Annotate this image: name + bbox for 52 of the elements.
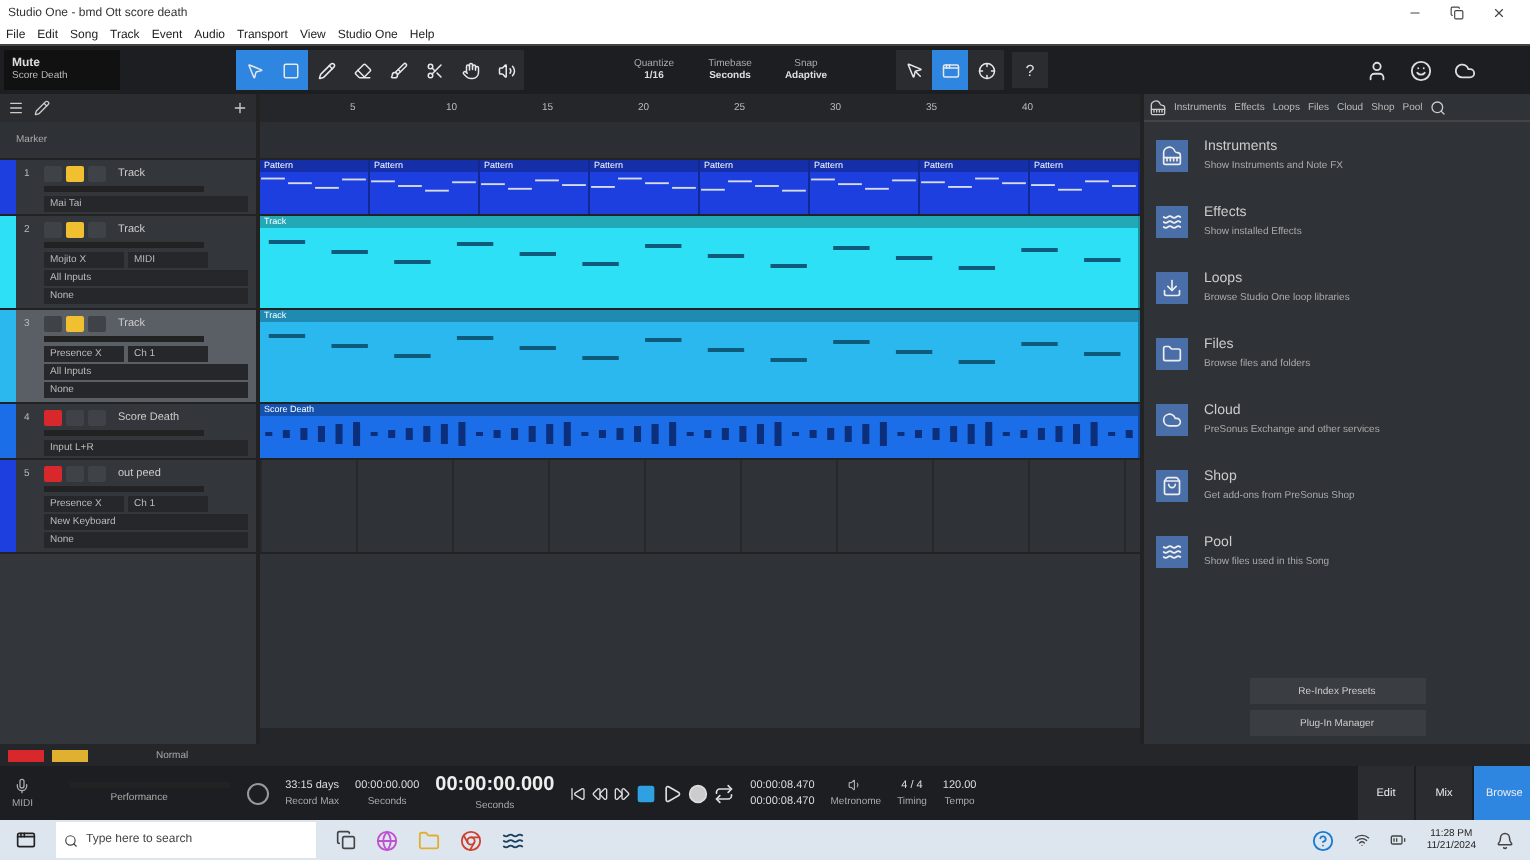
- cursor-icon: [905, 61, 923, 79]
- midi-icon: [14, 777, 31, 793]
- mute-all-button[interactable]: [8, 749, 44, 761]
- paint-icon: [389, 61, 407, 79]
- record-disk-icon: [245, 781, 270, 805]
- user-icon: [1365, 59, 1387, 81]
- restore-icon[interactable]: [1450, 6, 1464, 20]
- search-icon[interactable]: [1430, 99, 1447, 115]
- record-icon[interactable]: [688, 783, 709, 803]
- help-button[interactable]: ?: [1012, 52, 1048, 88]
- rewind-icon[interactable]: [592, 785, 609, 801]
- pointer-tool-button[interactable]: [236, 50, 272, 90]
- solo-all-button[interactable]: [52, 749, 88, 761]
- split-icon: [425, 61, 443, 79]
- browser-icon[interactable]: [460, 829, 482, 851]
- pool-icon: [1156, 535, 1188, 567]
- notification-icon[interactable]: [1496, 831, 1514, 849]
- files-icon: [1156, 337, 1188, 369]
- listen-icon: [497, 61, 515, 79]
- return-to-start-icon[interactable]: [570, 785, 587, 801]
- network-icon[interactable]: [1354, 832, 1371, 848]
- shop-icon: [1156, 469, 1188, 501]
- help-icon[interactable]: [1312, 829, 1335, 851]
- pencil-icon[interactable]: [34, 100, 50, 116]
- minimize-icon[interactable]: [1408, 6, 1422, 20]
- stop-icon[interactable]: [636, 783, 657, 803]
- app-icon[interactable]: [502, 829, 524, 851]
- metronome-icon[interactable]: [848, 778, 863, 792]
- play-icon[interactable]: [662, 783, 683, 803]
- loop-icon[interactable]: [714, 783, 735, 803]
- window-icon: [941, 61, 959, 79]
- start-icon[interactable]: [16, 830, 36, 850]
- piano-icon: [1156, 139, 1188, 171]
- loops-icon: [1156, 271, 1188, 303]
- add-track-icon[interactable]: [232, 100, 248, 116]
- position-display: 00:00:00.000: [435, 774, 555, 796]
- battery-icon[interactable]: [1390, 832, 1407, 848]
- pointer-icon: [245, 61, 263, 79]
- cloud-icon: [1453, 59, 1475, 81]
- forward-icon[interactable]: [614, 785, 631, 801]
- range-icon: [281, 61, 299, 79]
- pencil-icon: [317, 61, 335, 79]
- hand-icon: [461, 61, 479, 79]
- menu-icon[interactable]: [8, 100, 24, 116]
- eraser-icon: [353, 61, 371, 79]
- close-icon[interactable]: [1492, 6, 1506, 20]
- smiley-icon: [1409, 59, 1431, 81]
- crosshair-icon: [977, 61, 995, 79]
- task-view-icon[interactable]: [336, 830, 356, 850]
- search-icon: [64, 833, 78, 847]
- cloud-icon: [1156, 403, 1188, 435]
- globe-icon[interactable]: [376, 829, 398, 851]
